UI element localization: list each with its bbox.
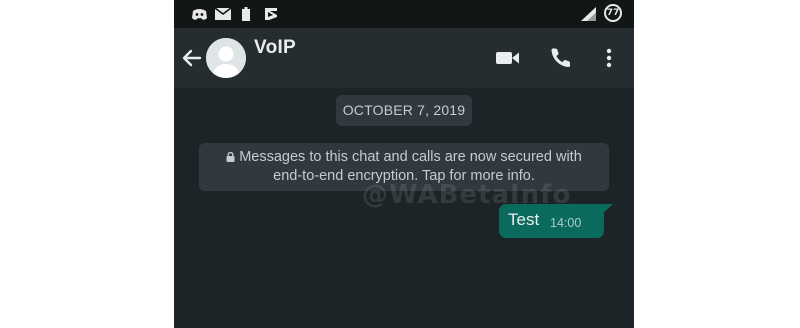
more-options-icon[interactable] <box>598 46 620 70</box>
phone-screen: 77 VoIP OCTOBER 7, 2019 Messages to this… <box>174 0 634 328</box>
mail-icon <box>215 7 231 21</box>
chat-header: VoIP <box>174 28 634 88</box>
date-chip: OCTOBER 7, 2019 <box>336 95 472 126</box>
contact-name[interactable]: VoIP <box>254 37 296 59</box>
lock-icon <box>226 149 235 162</box>
status-bar: 77 <box>174 0 634 28</box>
voice-call-icon[interactable] <box>549 46 575 70</box>
message-time: 14:00 <box>550 216 582 230</box>
discord-icon <box>190 7 208 21</box>
video-call-icon[interactable] <box>495 46 521 70</box>
encryption-notice-line-1: Messages to this chat and calls are now … <box>239 149 582 165</box>
message-text: Test <box>508 210 540 229</box>
battery-icon <box>241 7 251 21</box>
bubble-tail <box>603 204 613 213</box>
battery-level-indicator: 77 <box>604 4 622 22</box>
outgoing-message-bubble[interactable]: Test 14:00 <box>499 204 613 238</box>
signal-icon <box>580 7 596 21</box>
chat-area[interactable]: OCTOBER 7, 2019 Messages to this chat an… <box>174 88 634 328</box>
avatar[interactable] <box>206 38 246 78</box>
feedly-icon <box>264 7 278 21</box>
back-arrow-icon[interactable] <box>180 46 204 70</box>
